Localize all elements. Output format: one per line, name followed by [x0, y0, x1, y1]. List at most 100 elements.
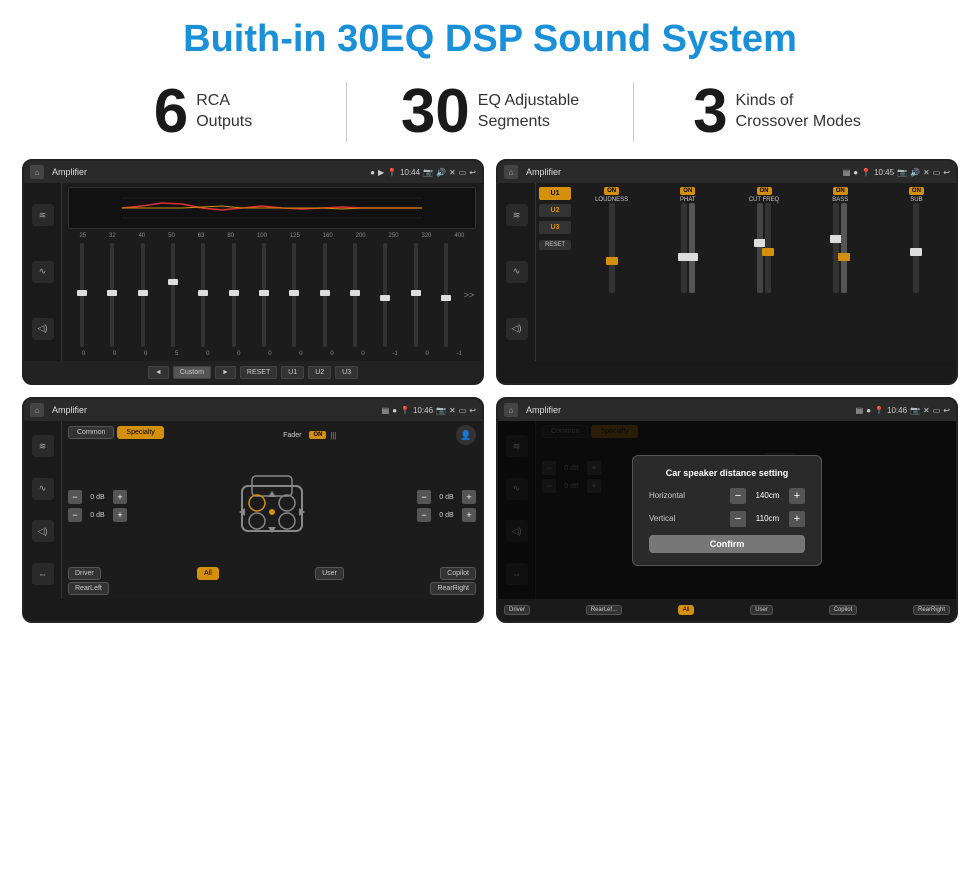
eq-slider-11[interactable]	[371, 241, 399, 349]
speaker-icon[interactable]: ◁)	[32, 318, 54, 340]
horizontal-minus-btn[interactable]: −	[730, 488, 746, 504]
fader-plus-3[interactable]: +	[462, 490, 476, 504]
eq-icon-amp[interactable]: ≋	[506, 204, 528, 226]
eq-prev-btn[interactable]: ◄	[148, 366, 169, 379]
dlg-zone-all[interactable]: All	[678, 605, 695, 615]
eq-slider-13[interactable]	[432, 241, 460, 349]
fader-bars: |||	[330, 431, 336, 440]
location-icon-amp: 📍	[861, 168, 871, 177]
ch-slider-cutfreq	[757, 203, 771, 357]
vertical-plus-btn[interactable]: +	[789, 511, 805, 527]
dlg-zone-rearleft[interactable]: RearLef...	[586, 605, 622, 615]
slider-track-phat[interactable]	[681, 203, 687, 293]
dialog-control-vertical: − 110cm +	[730, 511, 805, 527]
slider-track-cutfreq2[interactable]	[765, 203, 771, 293]
tab-common[interactable]: Common	[68, 426, 114, 439]
dlg-zone-rearright[interactable]: RearRight	[913, 605, 950, 615]
wave-icon[interactable]: ∿	[32, 261, 54, 283]
zone-driver[interactable]: Driver	[68, 567, 101, 580]
fader-person-icon[interactable]: 👤	[456, 425, 476, 445]
topbar-eq: ⌂ Amplifier ● ▶ 📍 10:44 📷 🔊 ✕ ▭ ↩	[24, 161, 482, 183]
back-icon-amp[interactable]: ↩	[943, 168, 950, 177]
home-icon-dialog[interactable]: ⌂	[504, 403, 518, 417]
screen-fader: ⌂ Amplifier ▤ ● 📍 10:46 📷 ✕ ▭ ↩ ≋ ∿ ◁) ⇔	[22, 397, 484, 623]
stat-rca: 6 RCAOutputs	[60, 81, 346, 143]
left-sidebar-eq: ≋ ∿ ◁)	[24, 183, 62, 361]
eq-u3-btn[interactable]: U3	[335, 366, 358, 379]
eq-u2-btn[interactable]: U2	[308, 366, 331, 379]
back-icon-fader[interactable]: ↩	[469, 406, 476, 415]
eq-next-btn[interactable]: ►	[215, 366, 236, 379]
eq-reset-btn[interactable]: RESET	[240, 366, 277, 379]
stat-eq: 30 EQ AdjustableSegments	[347, 81, 633, 143]
zone-rearleft[interactable]: RearLeft	[68, 582, 109, 595]
eq-icon[interactable]: ≋	[32, 204, 54, 226]
eq-slider-5[interactable]	[189, 241, 217, 349]
eq-slider-9[interactable]	[311, 241, 339, 349]
eq-slider-12[interactable]	[401, 241, 429, 349]
topbar-icons-dialog: ▤ ● 📍 10:46 📷 ✕ ▭ ↩	[856, 406, 950, 415]
expand-icon-fader[interactable]: ⇔	[32, 563, 54, 585]
eq-value-labels: 00 05 00 00 00 -10 -1	[68, 351, 476, 357]
eq-slider-3[interactable]	[129, 241, 157, 349]
zone-all[interactable]: All	[197, 567, 219, 580]
zone-rearright[interactable]: RearRight	[430, 582, 476, 595]
ch-slider-loudness	[609, 203, 615, 357]
slider-track-phat2[interactable]	[689, 203, 695, 293]
menu-icon-dialog: ▤	[856, 406, 864, 415]
slider-track-loudness[interactable]	[609, 203, 615, 293]
slider-track-bass[interactable]	[833, 203, 839, 293]
fader-db-val-1: 0 dB	[85, 494, 110, 501]
confirm-button[interactable]: Confirm	[649, 535, 805, 553]
eq-slider-4[interactable]	[159, 241, 187, 349]
fader-db-row-1: − 0 dB +	[68, 490, 127, 504]
speaker-icon-fader[interactable]: ◁)	[32, 520, 54, 542]
eq-u1-btn[interactable]: U1	[281, 366, 304, 379]
amp-reset[interactable]: RESET	[539, 240, 571, 250]
tab-specialty[interactable]: Specialty	[117, 426, 163, 439]
fader-plus-2[interactable]: +	[113, 508, 127, 522]
zone-copilot[interactable]: Copilot	[440, 567, 476, 580]
home-icon-fader[interactable]: ⌂	[30, 403, 44, 417]
home-icon[interactable]: ⌂	[30, 165, 44, 179]
eq-slider-8[interactable]	[280, 241, 308, 349]
back-icon-eq[interactable]: ↩	[469, 168, 476, 177]
speaker-icon-amp[interactable]: ◁)	[506, 318, 528, 340]
slider-track-bass2[interactable]	[841, 203, 847, 293]
zone-user[interactable]: User	[315, 567, 344, 580]
eq-icon-fader[interactable]: ≋	[32, 435, 54, 457]
wave-icon-fader[interactable]: ∿	[32, 478, 54, 500]
amp-presets: U1 U2 U3 RESET	[539, 187, 571, 357]
on-badge-loudness: ON	[604, 187, 619, 195]
eq-curve-svg	[69, 188, 475, 228]
preset-u1[interactable]: U1	[539, 187, 571, 200]
fader-minus-4[interactable]: −	[417, 508, 431, 522]
fader-plus-4[interactable]: +	[462, 508, 476, 522]
horizontal-value: 140cm	[750, 491, 785, 500]
horizontal-plus-btn[interactable]: +	[789, 488, 805, 504]
eq-slider-6[interactable]	[220, 241, 248, 349]
fader-plus-1[interactable]: +	[113, 490, 127, 504]
fader-minus-2[interactable]: −	[68, 508, 82, 522]
expand-icon[interactable]: >>	[462, 241, 476, 349]
eq-slider-7[interactable]	[250, 241, 278, 349]
eq-custom-btn[interactable]: Custom	[173, 366, 211, 379]
dlg-zone-copilot[interactable]: Copilot	[829, 605, 858, 615]
back-icon-dialog[interactable]: ↩	[943, 406, 950, 415]
eq-slider-10[interactable]	[341, 241, 369, 349]
preset-u3[interactable]: U3	[539, 221, 571, 234]
dlg-zone-user[interactable]: User	[750, 605, 773, 615]
wave-icon-amp[interactable]: ∿	[506, 261, 528, 283]
slider-track-sub[interactable]	[913, 203, 919, 293]
dlg-zone-driver[interactable]: Driver	[504, 605, 530, 615]
vertical-minus-btn[interactable]: −	[730, 511, 746, 527]
eq-slider-2[interactable]	[98, 241, 126, 349]
preset-u2[interactable]: U2	[539, 204, 571, 217]
topbar-icons-amp: ▤ ● 📍 10:45 📷 🔊 ✕ ▭ ↩	[843, 168, 950, 177]
eq-slider-1[interactable]	[68, 241, 96, 349]
fader-minus-1[interactable]: −	[68, 490, 82, 504]
home-icon-amp[interactable]: ⌂	[504, 165, 518, 179]
stat-label-rca: RCAOutputs	[196, 91, 252, 133]
fader-minus-3[interactable]: −	[417, 490, 431, 504]
play-icon: ▶	[378, 168, 384, 177]
